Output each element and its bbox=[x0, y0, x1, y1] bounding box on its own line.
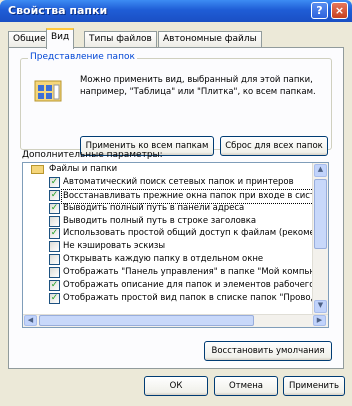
checkbox[interactable] bbox=[49, 241, 60, 253]
reset-all-folders-button[interactable]: Сброс для всех папок bbox=[220, 136, 328, 156]
vertical-scrollbar[interactable]: ▲ ▼ bbox=[312, 163, 328, 315]
tab-offline-files[interactable]: Автономные файлы bbox=[158, 31, 262, 48]
tree-folder-label: Файлы и папки bbox=[49, 164, 118, 174]
option-label: Отображать "Панель управления" в папке "… bbox=[63, 267, 313, 278]
horizontal-scrollbar[interactable]: ◀ ▶ bbox=[23, 314, 328, 327]
scroll-up-icon[interactable]: ▲ bbox=[314, 164, 327, 177]
help-button[interactable]: ? bbox=[311, 2, 328, 19]
scroll-left-icon[interactable]: ◀ bbox=[24, 315, 37, 326]
list-item[interactable]: ✓ Использовать простой общий доступ к фа… bbox=[23, 227, 313, 240]
tree-folder-files-and-folders: Файлы и папки bbox=[23, 163, 313, 176]
folder-icon bbox=[31, 165, 44, 174]
apply-button[interactable]: Применить bbox=[283, 376, 345, 396]
list-item[interactable]: ✓ Отображать простой вид папок в списке … bbox=[23, 292, 313, 305]
tab-general[interactable]: Общие bbox=[8, 31, 51, 48]
checkbox[interactable]: ✓ bbox=[49, 189, 60, 201]
close-button[interactable]: × bbox=[331, 2, 348, 19]
list-item[interactable]: ✓ Автоматический поиск сетевых папок и п… bbox=[23, 176, 313, 189]
checkbox[interactable]: ✓ bbox=[49, 202, 60, 214]
list-item[interactable]: Выводить полный путь в строке заголовка bbox=[23, 215, 313, 228]
ok-button[interactable]: ОК bbox=[144, 376, 208, 396]
option-label: Выводить полный путь в строке заголовка bbox=[63, 215, 257, 226]
title-bar[interactable]: Свойства папки ? × bbox=[0, 0, 352, 22]
option-label: Отображать простой вид папок в списке па… bbox=[63, 292, 313, 303]
scroll-down-icon[interactable]: ▼ bbox=[314, 300, 327, 313]
tab-strip: Общие Вид Типы файлов Автономные файлы bbox=[8, 28, 344, 49]
folder-views-icon bbox=[34, 76, 64, 104]
cancel-button[interactable]: Отмена bbox=[214, 376, 278, 396]
advanced-settings-label: Дополнительные параметры: bbox=[22, 150, 163, 160]
checkbox[interactable] bbox=[49, 254, 60, 266]
option-label: Использовать простой общий доступ к файл… bbox=[63, 228, 313, 239]
restore-defaults-button[interactable]: Восстановить умолчания bbox=[204, 341, 332, 361]
list-item[interactable]: ✓ Выводить полный путь в панели адреса bbox=[23, 202, 313, 215]
horizontal-scroll-thumb[interactable] bbox=[39, 315, 254, 326]
tab-file-types[interactable]: Типы файлов bbox=[84, 31, 157, 48]
list-item[interactable]: Не кэшировать эскизы bbox=[23, 240, 313, 253]
checkbox[interactable]: ✓ bbox=[49, 292, 60, 304]
checkbox[interactable] bbox=[49, 215, 60, 227]
list-item[interactable]: ✓ Отображать описание для папок и элемен… bbox=[23, 279, 313, 292]
list-item[interactable]: Открывать каждую папку в отдельном окне bbox=[23, 253, 313, 266]
option-label: Отображать описание для папок и элементо… bbox=[63, 280, 313, 291]
list-item[interactable]: ✓ Восстанавливать прежние окна папок при… bbox=[23, 188, 313, 204]
option-label: Выводить полный путь в панели адреса bbox=[63, 202, 245, 213]
option-label: Автоматический поиск сетевых папок и при… bbox=[63, 176, 294, 187]
option-label: Открывать каждую папку в отдельном окне bbox=[63, 254, 264, 265]
list-item[interactable]: Отображать "Панель управления" в папке "… bbox=[23, 266, 313, 279]
checkbox[interactable] bbox=[49, 267, 60, 279]
tab-view[interactable]: Вид bbox=[46, 28, 75, 49]
checkbox[interactable]: ✓ bbox=[49, 228, 60, 240]
checkbox[interactable]: ✓ bbox=[49, 176, 60, 188]
folder-view-legend: Представление папок bbox=[28, 52, 137, 62]
checkbox[interactable]: ✓ bbox=[49, 280, 60, 292]
advanced-settings-list[interactable]: Файлы и папки ✓ Автоматический поиск сет… bbox=[22, 162, 329, 328]
folder-view-description: Можно применить вид, выбранный для этой … bbox=[80, 75, 316, 97]
window-title: Свойства папки bbox=[8, 4, 108, 17]
vertical-scroll-thumb[interactable] bbox=[314, 179, 327, 249]
scroll-right-icon[interactable]: ▶ bbox=[313, 315, 326, 326]
option-label: Не кэшировать эскизы bbox=[63, 241, 166, 252]
